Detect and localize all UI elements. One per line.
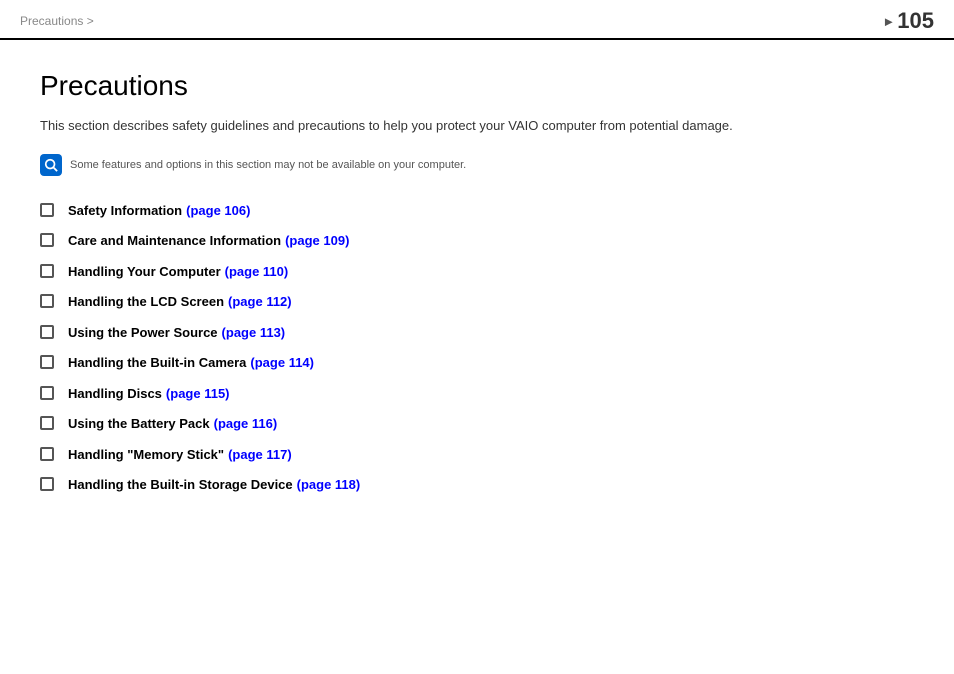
list-item: Handling the Built-in Storage Device(pag…: [40, 474, 914, 495]
item-label: Safety Information: [68, 201, 182, 221]
checkbox-icon: [40, 355, 54, 369]
list-item: Handling the Built-in Camera(page 114): [40, 352, 914, 373]
page-number: 105: [897, 10, 934, 32]
checkbox-icon: [40, 233, 54, 247]
checkbox-icon: [40, 294, 54, 308]
item-page-link[interactable]: (page 113): [222, 323, 286, 343]
item-label: Care and Maintenance Information: [68, 231, 281, 251]
note-text: Some features and options in this sectio…: [70, 154, 466, 174]
list-item: Handling "Memory Stick"(page 117): [40, 444, 914, 465]
item-label: Handling Discs: [68, 384, 162, 404]
page-arrow-icon: ►: [882, 14, 895, 29]
list-item: Safety Information(page 106): [40, 200, 914, 221]
breadcrumb-bar: Precautions > ► 105: [0, 0, 954, 40]
item-page-link[interactable]: (page 117): [228, 445, 292, 465]
page-number-container: ► 105: [882, 10, 934, 32]
item-label: Using the Power Source: [68, 323, 218, 343]
item-label: Using the Battery Pack: [68, 414, 210, 434]
item-page-link[interactable]: (page 112): [228, 292, 292, 312]
item-page-link[interactable]: (page 116): [214, 414, 278, 434]
checkbox-icon: [40, 203, 54, 217]
checkbox-icon: [40, 447, 54, 461]
breadcrumb: Precautions >: [20, 14, 94, 28]
item-page-link[interactable]: (page 106): [186, 201, 250, 221]
main-content: Precautions This section describes safet…: [0, 40, 954, 535]
checkbox-icon: [40, 416, 54, 430]
list-item: Handling Discs(page 115): [40, 383, 914, 404]
note-icon: [40, 154, 62, 176]
list-item: Handling the LCD Screen(page 112): [40, 291, 914, 312]
items-list: Safety Information(page 106) Care and Mai…: [40, 200, 914, 495]
item-label: Handling "Memory Stick": [68, 445, 224, 465]
list-item: Handling Your Computer(page 110): [40, 261, 914, 282]
list-item: Using the Power Source(page 113): [40, 322, 914, 343]
item-page-link[interactable]: (page 109): [285, 231, 349, 251]
item-page-link[interactable]: (page 118): [297, 475, 361, 495]
item-label: Handling the LCD Screen: [68, 292, 224, 312]
item-page-link[interactable]: (page 115): [166, 384, 230, 404]
item-page-link[interactable]: (page 114): [250, 353, 314, 373]
list-item: Using the Battery Pack(page 116): [40, 413, 914, 434]
search-icon: [44, 158, 58, 172]
list-item: Care and Maintenance Information(page 10…: [40, 230, 914, 251]
item-label: Handling the Built-in Storage Device: [68, 475, 293, 495]
item-label: Handling the Built-in Camera: [68, 353, 246, 373]
checkbox-icon: [40, 477, 54, 491]
item-label: Handling Your Computer: [68, 262, 221, 282]
checkbox-icon: [40, 325, 54, 339]
item-page-link[interactable]: (page 110): [225, 262, 289, 282]
intro-text: This section describes safety guidelines…: [40, 116, 914, 136]
checkbox-icon: [40, 264, 54, 278]
checkbox-icon: [40, 386, 54, 400]
note-box: Some features and options in this sectio…: [40, 154, 914, 176]
page-title: Precautions: [40, 70, 914, 102]
